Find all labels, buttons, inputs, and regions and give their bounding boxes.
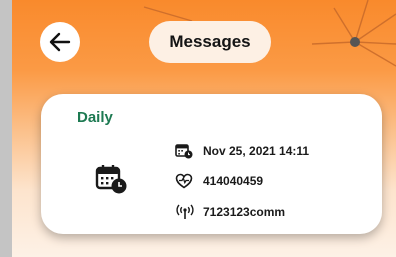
app-screen: Messages Daily Nov 25, 2021 14:11 414040… — [12, 0, 396, 257]
message-datetime: Nov 25, 2021 14:11 — [203, 144, 310, 158]
back-button[interactable] — [40, 22, 80, 62]
device-id-row: 7123123comm — [175, 204, 285, 220]
message-datetime-row: Nov 25, 2021 14:11 — [175, 143, 309, 159]
arrow-left-icon — [49, 32, 71, 52]
health-id-row: 414040459 — [175, 173, 263, 189]
page-title: Messages — [149, 21, 271, 63]
calendar-clock-icon — [95, 165, 127, 194]
device-id: 7123123comm — [203, 205, 286, 219]
message-card[interactable]: Daily Nov 25, 2021 14:11 414040459 71231… — [41, 94, 382, 234]
calendar-clock-icon — [175, 144, 193, 159]
heart-pulse-icon — [175, 173, 193, 189]
antenna-signal-icon — [176, 204, 194, 219]
message-type-label: Daily — [77, 109, 113, 126]
health-id: 414040459 — [203, 174, 264, 188]
